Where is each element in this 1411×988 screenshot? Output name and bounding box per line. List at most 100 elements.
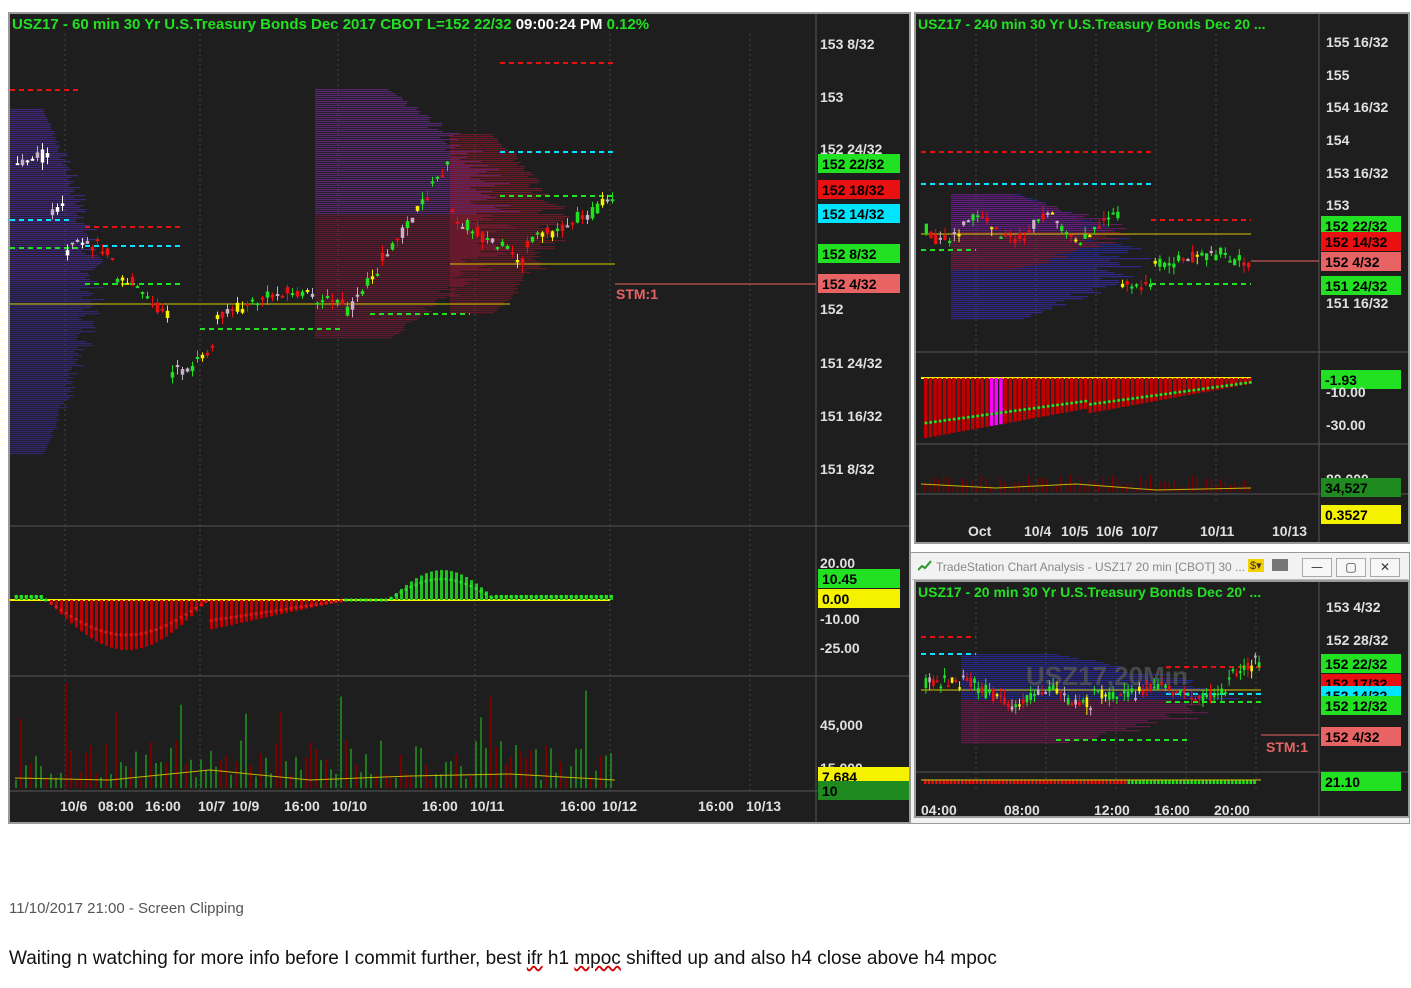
m20-candle (1235, 672, 1238, 676)
m20-chart-panel[interactable]: USZ17,20Min STM:1 153 4/32 152 28/32 152 22/… (914, 580, 1410, 818)
main-price-axis-label: 152 (820, 301, 844, 317)
main-left-vp-row (10, 405, 61, 407)
main-osc-dot (79, 620, 83, 624)
main-right-vp-row (450, 250, 535, 252)
m20-candle (1141, 690, 1145, 695)
main-osc-dot (409, 585, 413, 589)
main-chart-change: 0.12% (606, 16, 650, 33)
main-left-vp-row (10, 397, 71, 399)
h4-volume-bar (975, 487, 978, 492)
main-time-axis-label: 10/7 (198, 798, 225, 814)
h4-price-axis-label: 153 16/32 (1326, 165, 1388, 181)
minimize-button[interactable]: — (1302, 558, 1332, 577)
main-right-vp-row (450, 274, 524, 276)
main-right-vp-row (450, 282, 519, 284)
main-osc-bar (425, 573, 428, 600)
main-left-vp-row (10, 451, 45, 453)
m20-window-titlebar[interactable]: TradeStation Chart Analysis - USZ17 20 m… (912, 555, 1408, 580)
h4-chart-panel[interactable]: 155 16/32 155 154 16/32 154 153 16/32 153 151 … (914, 12, 1410, 544)
main-osc-dot (189, 609, 193, 613)
main-left-vp-row (10, 259, 103, 261)
main-candle (85, 240, 90, 244)
main-candle (240, 308, 245, 313)
main-candle (390, 243, 395, 250)
main-osc-dot (594, 594, 598, 599)
main-chart-panel[interactable]: STM:1 153 8/32 153 152 24/32 152 151 24/32 151… (8, 12, 911, 824)
main-left-vp-row (10, 421, 58, 423)
main-left-vp-row (10, 125, 51, 127)
main-right-vp-row (450, 142, 500, 144)
main-left-vp-row (10, 345, 92, 347)
h4-osc-dot (1032, 406, 1036, 410)
h4-b-vp-row (951, 218, 1111, 220)
main-candle (140, 292, 145, 295)
h4-osc-dot (929, 420, 933, 424)
main-right-vp-row (450, 214, 564, 216)
main-candle (215, 314, 220, 320)
main-osc-dot (364, 598, 368, 602)
main-volume-bar (520, 750, 522, 788)
maximize-button[interactable]: ▢ (1336, 558, 1366, 577)
note-part-3: shifted up and also h4 close above h4 mp… (620, 948, 997, 969)
h4-candle (971, 214, 975, 221)
m20-osc-bar (968, 780, 971, 784)
main-right-vp-row (450, 290, 515, 292)
main-mid-vp-row (315, 97, 403, 99)
main-candle (110, 258, 115, 261)
m20-osc-bar (979, 780, 982, 784)
main-right-vp-row (450, 190, 543, 192)
main-right-vp-row (450, 204, 556, 206)
main-candle (125, 282, 130, 285)
h4-candle (1083, 234, 1087, 239)
main-left-vp-row (10, 285, 87, 287)
main-mid-vp-row (315, 93, 396, 95)
m20-candle (1078, 701, 1081, 706)
h4-volume-bar (1168, 482, 1170, 492)
m20-settings-icon[interactable] (1272, 559, 1288, 571)
m20-candle (1231, 669, 1235, 672)
main-left-vp-row (10, 231, 84, 233)
note-word-ifr: ifr (526, 948, 543, 969)
main-osc-bar (440, 570, 443, 600)
main-left-vp-row (10, 425, 57, 427)
h4-candle (966, 220, 971, 223)
main-candle (105, 248, 110, 256)
main-candle (410, 217, 415, 223)
main-right-vp-row (450, 198, 537, 200)
main-left-vp-row (10, 195, 86, 197)
h4-osc-axis-label: -30.00 (1326, 417, 1366, 433)
m20-candle (1044, 692, 1048, 695)
m20-candle (980, 686, 984, 693)
h4-osc-dot (1140, 395, 1144, 399)
main-mid-vp-row (315, 163, 465, 165)
main-candle (340, 299, 345, 305)
h4-b-vp-row (951, 216, 1085, 218)
h4-price-tag: 151 24/32 (1325, 278, 1387, 294)
main-candle (495, 247, 500, 250)
close-button[interactable]: ✕ (1370, 558, 1400, 577)
m20-chart-canvas[interactable]: USZ17,20MinSTM:1153 4/32152 28/32152 22/… (916, 582, 1408, 816)
main-left-vp-row (10, 417, 56, 419)
main-mid-vp-row (315, 203, 473, 205)
main-candle (470, 231, 475, 234)
main-left-vp-row (10, 253, 86, 255)
m20-dollar-badge[interactable]: $▾ (1248, 559, 1264, 572)
main-volume-bar (475, 741, 477, 788)
m20-candle (1055, 688, 1059, 694)
h4-candle (1055, 220, 1059, 224)
main-osc-dot (574, 594, 578, 599)
h4-time-axis-label: 10/5 (1061, 523, 1088, 539)
h4-b-vp-row (951, 264, 1037, 266)
h4-candle (1242, 262, 1246, 266)
h4-volume-bar (952, 486, 954, 492)
main-volume-bar (180, 704, 182, 788)
main-osc-dot (399, 590, 403, 594)
m20-candle (1254, 655, 1257, 658)
main-chart-canvas[interactable]: STM:1153 8/32153152 24/32152151 24/32151… (10, 14, 909, 822)
main-candle (575, 211, 580, 223)
main-mid-vp-row (315, 299, 437, 301)
main-volume-bar (340, 696, 342, 788)
h4-b-vp-row (951, 242, 1117, 244)
main-candle (400, 227, 405, 238)
h4-chart-canvas[interactable]: 155 16/32 155 154 16/32 154 153 16/32 153 151 … (916, 14, 1408, 542)
